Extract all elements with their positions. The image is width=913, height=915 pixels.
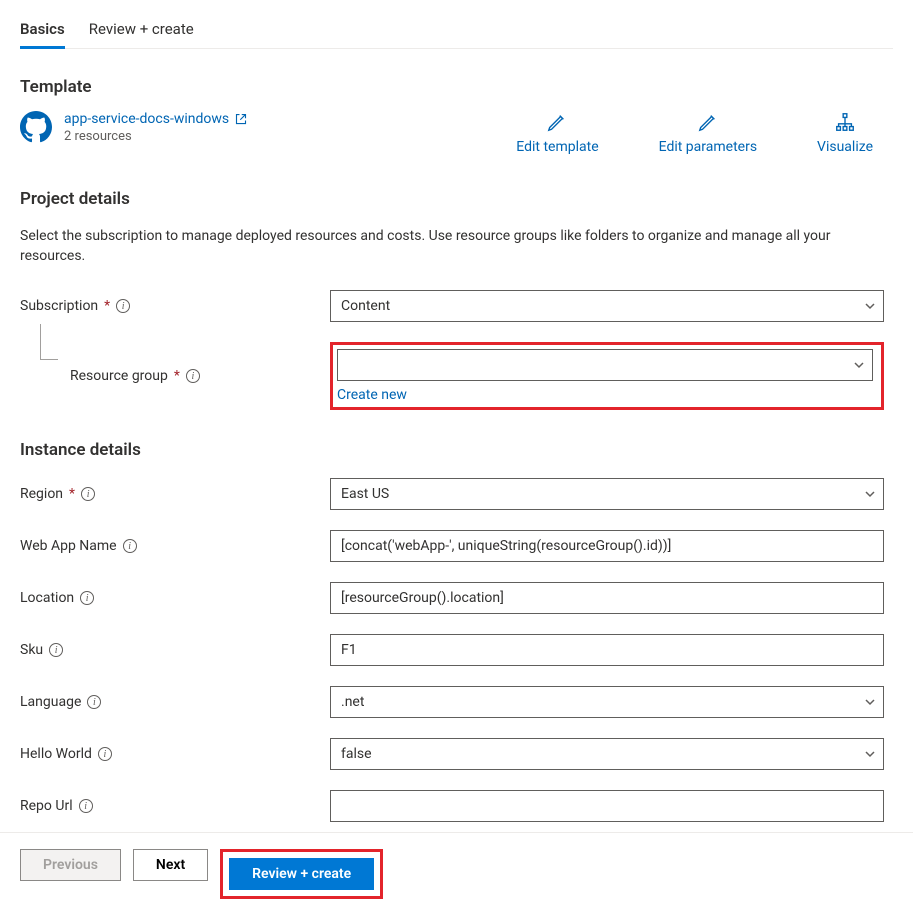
hello-world-select[interactable]: false	[330, 738, 884, 770]
next-button[interactable]: Next	[133, 849, 208, 881]
required-indicator: *	[104, 298, 110, 314]
location-input[interactable]	[330, 582, 884, 614]
review-create-highlight: Review + create	[220, 849, 383, 899]
subscription-select[interactable]: Content	[330, 290, 884, 322]
hello-world-label: Hello World	[20, 746, 92, 762]
info-icon[interactable]: i	[123, 539, 137, 553]
sku-input[interactable]	[330, 634, 884, 666]
edit-template-button[interactable]: Edit template	[516, 111, 598, 155]
edit-parameters-button[interactable]: Edit parameters	[659, 111, 757, 155]
review-create-button[interactable]: Review + create	[229, 858, 374, 890]
pencil-icon	[697, 111, 719, 133]
project-details-description: Select the subscription to manage deploy…	[20, 227, 840, 266]
region-label: Region	[20, 486, 63, 502]
indent-bracket	[40, 324, 58, 360]
pencil-icon	[546, 111, 568, 133]
info-icon[interactable]: i	[87, 695, 101, 709]
template-heading: Template	[20, 77, 893, 97]
language-select[interactable]: .net	[330, 686, 884, 718]
tabs: Basics Review + create	[20, 20, 893, 49]
resource-group-select[interactable]	[337, 349, 873, 381]
info-icon[interactable]: i	[81, 487, 95, 501]
tab-review-create[interactable]: Review + create	[89, 20, 194, 48]
create-new-link[interactable]: Create new	[337, 387, 407, 403]
template-link[interactable]: app-service-docs-windows	[64, 111, 247, 127]
sku-label: Sku	[20, 642, 43, 658]
tab-basics[interactable]: Basics	[20, 20, 65, 48]
external-link-icon	[235, 113, 247, 125]
visualize-label: Visualize	[817, 139, 873, 155]
visualize-button[interactable]: Visualize	[817, 111, 873, 155]
hierarchy-icon	[834, 111, 856, 133]
required-indicator: *	[69, 486, 75, 502]
footer: Previous Next Review + create	[0, 832, 913, 915]
edit-template-label: Edit template	[516, 139, 598, 155]
template-resource-count: 2 resources	[64, 129, 247, 144]
webapp-name-input[interactable]	[330, 530, 884, 562]
subscription-label: Subscription	[20, 298, 98, 314]
project-details-heading: Project details	[20, 189, 893, 209]
info-icon[interactable]: i	[49, 643, 63, 657]
resource-group-label: Resource group	[70, 368, 168, 384]
webapp-name-label: Web App Name	[20, 538, 117, 554]
info-icon[interactable]: i	[79, 799, 93, 813]
location-label: Location	[20, 590, 74, 606]
language-label: Language	[20, 694, 81, 710]
info-icon[interactable]: i	[116, 299, 130, 313]
instance-details-heading: Instance details	[20, 440, 893, 460]
github-icon	[20, 111, 52, 143]
resource-group-highlight: Create new	[330, 342, 884, 410]
previous-button: Previous	[20, 849, 121, 881]
edit-parameters-label: Edit parameters	[659, 139, 757, 155]
info-icon[interactable]: i	[186, 369, 200, 383]
info-icon[interactable]: i	[98, 747, 112, 761]
repo-url-label: Repo Url	[20, 798, 73, 814]
repo-url-input[interactable]	[330, 790, 884, 822]
template-link-text: app-service-docs-windows	[64, 111, 229, 127]
info-icon[interactable]: i	[80, 591, 94, 605]
required-indicator: *	[174, 368, 180, 384]
region-select[interactable]: East US	[330, 478, 884, 510]
